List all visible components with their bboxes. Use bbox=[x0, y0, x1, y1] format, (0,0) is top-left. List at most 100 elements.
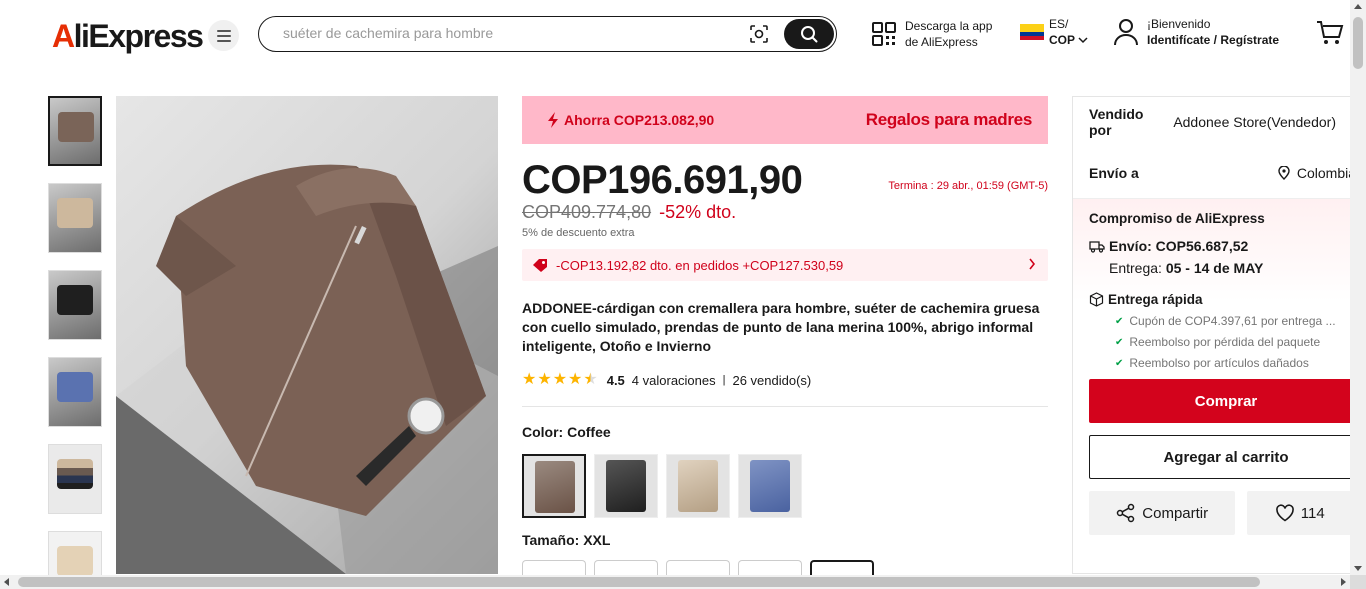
search-icon bbox=[801, 26, 818, 43]
search-input[interactable] bbox=[283, 25, 723, 41]
scroll-up-arrow-icon bbox=[1354, 4, 1362, 9]
size-value: XXL bbox=[583, 532, 611, 548]
check-icon: ✔ bbox=[1115, 315, 1124, 327]
star-icon: ★ bbox=[537, 371, 552, 388]
share-button[interactable]: Compartir bbox=[1089, 491, 1236, 535]
color-swatches bbox=[522, 454, 1048, 518]
benefit-item: ✔ Reembolso por pérdida del paquete bbox=[1115, 335, 1336, 349]
currency-code: COP bbox=[1049, 33, 1076, 47]
sweater-illustration bbox=[116, 164, 498, 574]
extra-discount: 5% de descuento extra bbox=[522, 227, 635, 239]
promo-banner[interactable]: Ahorra COP213.082,90 Regalos para madres bbox=[522, 96, 1048, 144]
size-label-text: Tamaño: bbox=[522, 532, 584, 548]
star-half-icon: ★ bbox=[583, 371, 598, 388]
share-icon bbox=[1117, 503, 1135, 523]
swatch-black[interactable] bbox=[594, 454, 658, 518]
language-currency-selector[interactable]: ES/ COP bbox=[1020, 16, 1088, 48]
product-info: Ahorra COP213.082,90 Regalos para madres… bbox=[522, 96, 1048, 580]
search-button[interactable] bbox=[784, 19, 834, 49]
discount-percent: -52% dto. bbox=[659, 202, 737, 222]
color-label: Color: Coffee bbox=[522, 424, 1048, 440]
product-main-image[interactable] bbox=[116, 96, 498, 574]
campaign-label: Regalos para madres bbox=[865, 110, 1033, 129]
box-icon bbox=[1089, 292, 1104, 307]
purchase-panel: Vendido por Addonee Store(Vendedor) Enví… bbox=[1072, 96, 1352, 574]
coupon-text: -COP13.192,82 dto. en pedidos +COP127.53… bbox=[556, 257, 844, 273]
sale-end-time: Termina : 29 abr., 01:59 (GMT-5) bbox=[888, 180, 1048, 192]
thumbnail-3[interactable] bbox=[48, 270, 102, 340]
store-name[interactable]: Addonee Store(Vendedor) bbox=[1173, 114, 1336, 130]
delivery-label: Entrega: bbox=[1109, 260, 1166, 276]
review-count[interactable]: 4 valoraciones bbox=[632, 373, 716, 388]
app-download[interactable]: Descarga la app de AliExpress bbox=[872, 18, 992, 50]
rating-row[interactable]: ★ ★ ★ ★ ★ 4.5 4 valoraciones | 26 vendido(s) bbox=[522, 372, 1048, 388]
thumbnail-5[interactable] bbox=[48, 444, 102, 514]
thumbnail-4[interactable] bbox=[48, 357, 102, 427]
scrollbar-corner bbox=[1350, 575, 1366, 589]
chevron-right-icon bbox=[1029, 258, 1036, 270]
wishlist-button[interactable]: 114 bbox=[1247, 491, 1352, 535]
image-search-icon[interactable] bbox=[749, 24, 769, 44]
thumbnail-2[interactable] bbox=[48, 183, 102, 253]
wishlist-count: 114 bbox=[1300, 504, 1325, 522]
app-line2: de AliExpress bbox=[905, 35, 978, 49]
vertical-scroll-thumb bbox=[1353, 17, 1363, 69]
savings-text: Ahorra COP213.082,90 bbox=[564, 112, 715, 128]
qr-code-icon bbox=[872, 22, 896, 46]
search-bar bbox=[258, 16, 837, 52]
rating-score: 4.5 bbox=[606, 372, 625, 388]
star-icon: ★ bbox=[552, 371, 568, 388]
user-icon bbox=[1114, 19, 1138, 46]
shipping-cost: Envío: COP56.687,52 bbox=[1109, 238, 1249, 254]
benefit-text-1: Cupón de COP4.397,61 por entrega ... bbox=[1129, 314, 1336, 328]
thumbnail-1[interactable] bbox=[48, 96, 102, 166]
benefit-text-2: Reembolso por pérdida del paquete bbox=[1129, 335, 1321, 349]
horizontal-scrollbar[interactable] bbox=[0, 575, 1366, 589]
truck-icon bbox=[1089, 240, 1105, 253]
separator: | bbox=[722, 374, 726, 386]
divider bbox=[522, 406, 1048, 407]
tag-icon bbox=[533, 259, 547, 272]
delivery-dates: 05 - 14 de MAY bbox=[1165, 260, 1264, 276]
welcome-text: ¡Bienvenido bbox=[1147, 17, 1211, 31]
fast-delivery-label: Entrega rápida bbox=[1108, 292, 1203, 307]
app-line1: Descarga la app bbox=[905, 19, 993, 33]
chevron-down-icon bbox=[1078, 37, 1088, 44]
sold-by-label: Vendido por bbox=[1089, 106, 1144, 138]
signin-link[interactable]: Identifícate / Regístrate bbox=[1147, 33, 1279, 47]
ship-to-label: Envío a bbox=[1089, 164, 1139, 181]
sold-count: 26 vendido(s) bbox=[732, 372, 812, 388]
swatch-beige[interactable] bbox=[666, 454, 730, 518]
original-price: COP409.774,80 bbox=[522, 202, 652, 222]
rating-stars: ★ ★ ★ ★ ★ bbox=[522, 372, 599, 388]
lightning-icon bbox=[548, 112, 558, 128]
add-to-cart-button[interactable]: Agregar al carrito bbox=[1089, 435, 1352, 479]
horizontal-scroll-thumb bbox=[18, 577, 1260, 587]
buy-now-button[interactable]: Comprar bbox=[1089, 379, 1352, 423]
star-icon: ★ bbox=[522, 371, 537, 388]
benefit-item: ✔ Cupón de COP4.397,61 por entrega ... bbox=[1115, 314, 1336, 328]
vertical-scrollbar[interactable] bbox=[1350, 0, 1366, 575]
site-header: AliExpress Descarga la appde AliExpress … bbox=[0, 0, 1366, 70]
heart-icon bbox=[1275, 504, 1294, 522]
cart-icon[interactable] bbox=[1316, 20, 1344, 46]
color-label-text: Color: bbox=[522, 424, 568, 440]
check-icon: ✔ bbox=[1115, 357, 1124, 369]
coupon-banner[interactable]: -COP13.192,82 dto. en pedidos +COP127.53… bbox=[522, 249, 1048, 281]
swatch-coffee[interactable] bbox=[522, 454, 586, 518]
menu-button[interactable] bbox=[208, 20, 239, 51]
benefit-text-3: Reembolso por artículos dañados bbox=[1129, 356, 1309, 370]
scroll-right-arrow-icon bbox=[1341, 578, 1346, 586]
language-code: ES/ bbox=[1049, 17, 1069, 31]
location-pin-icon bbox=[1278, 165, 1290, 180]
color-value: Coffee bbox=[567, 424, 611, 440]
thumbnail-list bbox=[48, 96, 102, 589]
account-menu[interactable]: ¡Bienvenido Identifícate / Regístrate bbox=[1113, 16, 1279, 48]
delivery-estimate: Entrega: 05 - 14 de MAY bbox=[1109, 260, 1336, 276]
ship-to-row[interactable]: Envío a Colombia bbox=[1073, 147, 1352, 199]
swatch-blue[interactable] bbox=[738, 454, 802, 518]
colombia-flag-icon bbox=[1020, 24, 1044, 40]
product-title: ADDONEE-cárdigan con cremallera para hom… bbox=[522, 300, 1040, 354]
aliexpress-logo[interactable]: AliExpress bbox=[52, 16, 204, 56]
ship-to-country: Colombia bbox=[1296, 164, 1352, 181]
